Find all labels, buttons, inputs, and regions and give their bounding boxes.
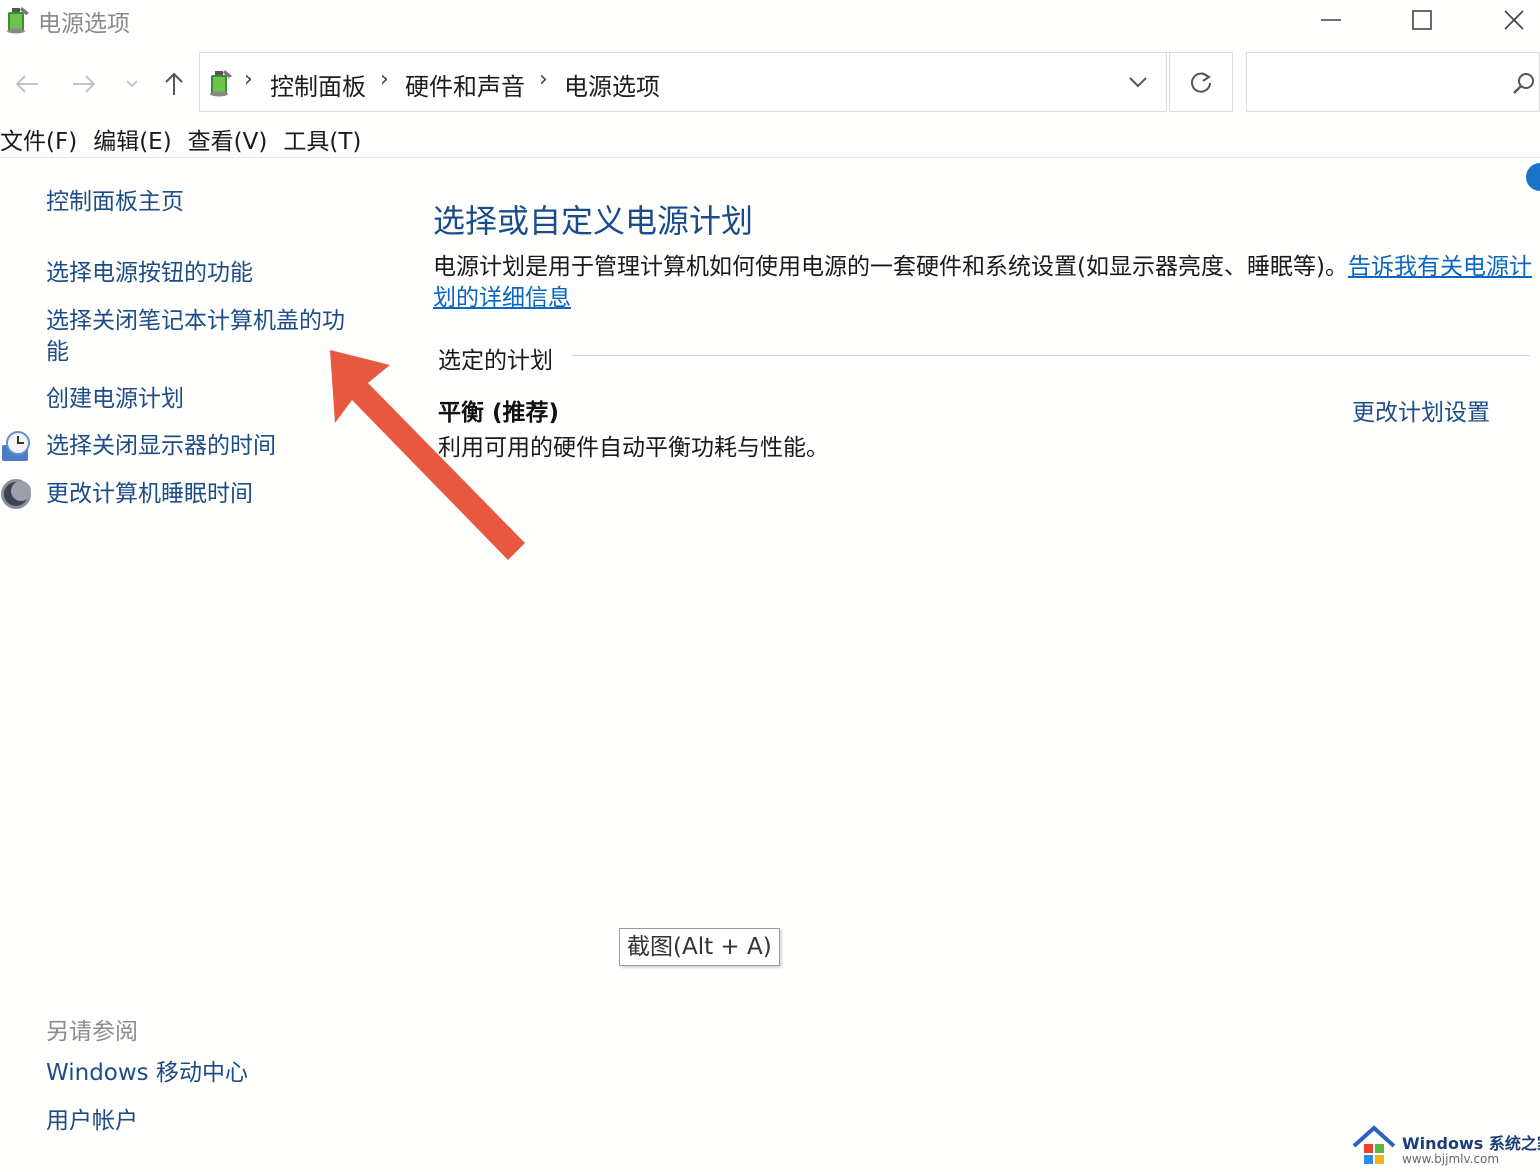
page-title: 选择或自定义电源计划	[433, 202, 754, 240]
see-also-mobility-center[interactable]: Windows 移动中心	[46, 1058, 248, 1089]
description-text: 电源计划是用于管理计算机如何使用电源的一套硬件和系统设置(如显示器亮度、睡眠等)…	[433, 254, 1348, 280]
page-description: 电源计划是用于管理计算机如何使用电源的一套硬件和系统设置(如显示器亮度、睡眠等)…	[433, 252, 1533, 314]
help-icon[interactable]	[1526, 163, 1540, 191]
minimize-button[interactable]	[1285, 0, 1377, 40]
arrow-left-icon	[15, 75, 38, 93]
sidebar-link-sleep-time[interactable]: 更改计算机睡眠时间	[46, 479, 253, 510]
refresh-icon	[1191, 72, 1211, 93]
address-dropdown-button[interactable]	[1112, 56, 1164, 108]
menu-view[interactable]: 查看(V)	[188, 122, 268, 158]
chevron-right-icon: ›	[380, 67, 389, 92]
menu-file[interactable]: 文件(F)	[0, 122, 77, 158]
window-title: 电源选项	[38, 11, 130, 37]
sidebar-link-create-plan[interactable]: 创建电源计划	[46, 384, 184, 415]
chevron-down-icon	[1129, 77, 1147, 88]
breadcrumb-hardware-sound[interactable]: 硬件和声音	[405, 67, 525, 102]
up-button[interactable]	[152, 62, 196, 106]
power-options-icon	[7, 7, 29, 34]
section-divider	[572, 355, 1530, 356]
see-also-heading: 另请参阅	[46, 1019, 138, 1045]
recent-locations-button[interactable]	[114, 62, 150, 106]
search-field[interactable]	[1246, 52, 1540, 112]
sidebar-link-power-buttons[interactable]: 选择电源按钮的功能	[46, 258, 253, 289]
screenshot-tooltip: 截图(Alt + A)	[619, 928, 780, 966]
arrow-right-icon	[73, 75, 96, 93]
close-button[interactable]	[1468, 0, 1540, 40]
chevron-right-icon: ›	[244, 67, 253, 92]
change-plan-settings-link[interactable]: 更改计划设置	[1352, 393, 1490, 427]
chevron-right-icon: ›	[539, 67, 548, 92]
maximize-button[interactable]	[1376, 0, 1468, 40]
site-watermark: Windows 系统之家 www.bjjmlv.com	[1350, 1122, 1540, 1172]
breadcrumb-control-panel[interactable]: 控制面板	[270, 67, 366, 102]
address-bar[interactable]: › 控制面板 › 硬件和声音 › 电源选项	[199, 52, 1167, 112]
menu-tools[interactable]: 工具(T)	[283, 122, 361, 158]
title-bar: 电源选项	[0, 0, 1540, 40]
refresh-button[interactable]	[1169, 52, 1233, 112]
sidebar-link-display-off[interactable]: 选择关闭显示器的时间	[46, 431, 276, 462]
forward-button[interactable]	[62, 62, 106, 106]
minimize-icon	[1321, 19, 1341, 21]
sleep-moon-icon	[1, 479, 31, 509]
search-input[interactable]	[1255, 63, 1499, 103]
display-clock-icon	[2, 431, 30, 461]
chevron-down-icon	[126, 80, 138, 88]
menu-edit[interactable]: 编辑(E)	[93, 122, 171, 158]
arrow-up-icon	[165, 72, 183, 95]
power-options-icon	[210, 70, 232, 97]
maximize-icon	[1412, 10, 1432, 30]
menu-bar: 文件(F) 编辑(E) 查看(V) 工具(T)	[0, 122, 377, 158]
house-logo-icon	[1352, 1125, 1396, 1164]
breadcrumb-power-options[interactable]: 电源选项	[564, 67, 660, 102]
watermark-brand: Windows 系统之家	[1402, 1134, 1540, 1153]
search-icon	[1513, 73, 1534, 94]
see-also-user-accounts[interactable]: 用户帐户	[46, 1106, 138, 1137]
sidebar-link-control-panel-home[interactable]: 控制面板主页	[46, 187, 184, 218]
watermark-url: www.bjjmlv.com	[1402, 1152, 1500, 1166]
divider	[0, 157, 1540, 158]
annotation-arrow-icon	[330, 350, 525, 560]
back-button[interactable]	[5, 62, 49, 106]
close-icon	[1504, 10, 1524, 30]
sidebar-link-lid-close[interactable]: 选择关闭笔记本计算机盖的功能	[46, 306, 366, 368]
